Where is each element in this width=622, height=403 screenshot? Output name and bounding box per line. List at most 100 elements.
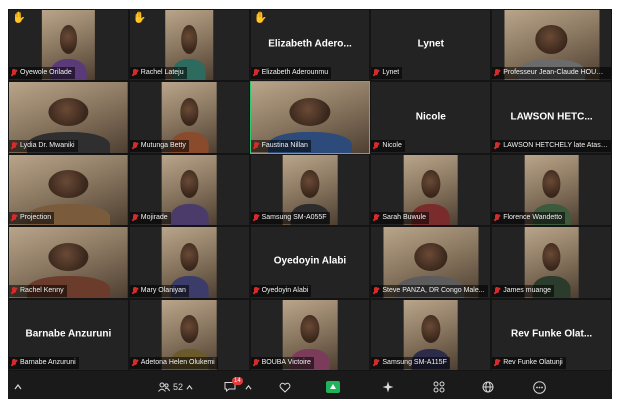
participant-head — [421, 315, 441, 344]
chat-unread-badge: 14 — [232, 377, 243, 385]
mic-muted-icon — [253, 286, 259, 295]
share-screen-button[interactable] — [326, 379, 340, 395]
participant-name-label: Elizabeth Aderounmu — [250, 67, 332, 80]
participant-name-label: Projection — [9, 212, 55, 225]
participant-head — [179, 170, 199, 199]
participant-name: LAWSON HETCHELY late Atasse — [503, 141, 608, 149]
participant-name-label: LAWSON HETCHELY late Atasse — [492, 139, 611, 152]
meeting-window: ✋ Oyewole Orilade ✋ Rachel Lateju Elizabeth … — [8, 9, 612, 399]
heart-icon — [279, 382, 291, 393]
participant-name: James muange — [503, 286, 552, 294]
participant-head — [414, 242, 447, 271]
participant-display-name: Barnabe Anzuruni — [25, 328, 112, 340]
participant-name-label: BOUBA Victoire — [250, 356, 314, 369]
participant-name: Lynet — [382, 69, 400, 77]
participant-tile[interactable]: Rachel Kenny — [8, 226, 129, 299]
participant-tile[interactable]: Rev Funke Olat... Rev Funke Olatunji — [491, 298, 612, 371]
screenshot-stage: ✋ Oyewole Orilade ✋ Rachel Lateju Elizabeth … — [0, 0, 622, 403]
participant-name: Rachel Lateju — [140, 69, 184, 77]
mic-muted-icon — [494, 69, 500, 77]
participant-tile[interactable]: Barnabe Anzuruni Barnabe Anzuruni — [8, 298, 129, 371]
chevron-up-icon — [14, 384, 22, 390]
participant-head — [421, 170, 441, 199]
toolbar-collapse-button[interactable] — [14, 379, 22, 395]
participant-tile[interactable]: Faustina Nillan — [249, 81, 371, 154]
mic-muted-icon — [132, 358, 138, 367]
participant-name: Samsung SM-A115F — [382, 358, 447, 366]
participant-head — [48, 97, 89, 127]
participant-tile[interactable]: Mutunga Betty — [128, 81, 250, 154]
participant-display-name: Rev Funke Olat... — [511, 328, 593, 340]
participant-tile[interactable]: Professeur Jean-Claude HOUNM... — [491, 9, 612, 82]
participant-name: Oyewole Orilade — [20, 69, 72, 77]
participant-name: Sarah Buwule — [382, 214, 426, 222]
participant-name: Samsung SM-A055F — [261, 214, 327, 222]
participant-name-label: Samsung SM-A115F — [371, 356, 450, 369]
participant-name: BOUBA Victoire — [261, 358, 311, 366]
participant-head — [48, 170, 89, 199]
mic-muted-icon — [132, 286, 138, 295]
participant-name-label: Florence Wandetto — [492, 212, 566, 225]
reactions-button[interactable] — [279, 379, 291, 395]
participant-name: Florence Wandetto — [503, 214, 563, 222]
mic-muted-icon — [253, 141, 259, 150]
participant-name-label: Rev Funke Olatunji — [492, 356, 566, 369]
gallery-grid: ✋ Oyewole Orilade ✋ Rachel Lateju Elizabeth … — [8, 9, 612, 371]
mic-muted-icon — [132, 69, 138, 77]
mic-muted-icon — [11, 141, 17, 150]
participant-head — [542, 170, 561, 199]
apps-button[interactable] — [433, 379, 445, 395]
participant-display-name: LAWSON HETC... — [510, 110, 593, 122]
more-button[interactable] — [533, 379, 546, 395]
participant-tile[interactable]: Elizabeth Adero... ✋ Elizabeth Aderounmu — [249, 9, 371, 82]
more-icon — [533, 380, 546, 394]
mic-muted-icon — [373, 69, 379, 77]
participant-name-label: Lydia Dr. Mwaniki — [9, 139, 78, 152]
participant-name-label: Mojirade — [129, 212, 171, 225]
participant-head — [535, 25, 568, 54]
mic-muted-icon — [253, 214, 259, 222]
participants-button[interactable]: 52 — [158, 379, 193, 395]
participant-tile[interactable]: Sarah Buwule — [370, 153, 492, 227]
participant-tile[interactable]: Samsung SM-A055F — [249, 153, 371, 227]
participant-tile[interactable]: Lydia Dr. Mwaniki — [8, 81, 129, 154]
participant-tile[interactable]: LAWSON HETC... LAWSON HETCHELY late Atass… — [491, 81, 612, 154]
participant-head — [59, 25, 78, 54]
mic-muted-icon — [373, 141, 379, 150]
participant-body — [170, 204, 209, 226]
raised-hand-icon: ✋ — [132, 12, 147, 24]
participant-tile[interactable]: Florence Wandetto — [491, 153, 612, 227]
participant-tile[interactable]: James muange — [491, 226, 612, 299]
participant-tile[interactable]: Mojirade — [128, 153, 250, 227]
translation-button[interactable] — [482, 379, 494, 395]
participant-name: Adetona Helen Olukemi — [140, 358, 215, 366]
participant-tile[interactable]: BOUBA Victoire — [249, 298, 371, 371]
participant-tile[interactable]: Nicole Nicole — [370, 81, 492, 154]
chat-button[interactable]: 14 — [224, 377, 252, 395]
participant-tile[interactable]: Oyedoyin Alabi Oyedoyin Alabi — [249, 226, 371, 299]
participant-tile[interactable]: Lynet Lynet — [370, 9, 492, 82]
participant-name-label: Mutunga Betty — [129, 139, 189, 152]
raised-hand-icon: ✋ — [253, 12, 268, 24]
participant-name-label: Professeur Jean-Claude HOUNM... — [492, 67, 611, 80]
participant-head — [179, 242, 199, 271]
participant-head — [179, 97, 199, 127]
participant-tile[interactable]: Steve PANZA, DR Congo Male... — [370, 226, 492, 299]
mic-muted-icon — [494, 141, 500, 150]
participant-tile[interactable]: ✋ Rachel Lateju — [128, 9, 250, 82]
participant-name-label: Nicole — [371, 139, 405, 152]
participant-tile[interactable]: Mary Olaniyan — [128, 226, 250, 299]
participant-tile[interactable]: Adetona Helen Olukemi — [128, 298, 250, 371]
mic-muted-icon — [494, 286, 500, 295]
ai-companion-button[interactable] — [382, 379, 394, 395]
mic-muted-icon — [494, 214, 500, 222]
participant-name-label: Adetona Helen Olukemi — [129, 356, 218, 369]
participant-tile[interactable]: ✋ Oyewole Orilade — [8, 9, 129, 82]
mic-muted-icon — [373, 286, 379, 295]
participant-tile[interactable]: Projection — [8, 153, 129, 227]
sparkle-icon — [382, 381, 394, 393]
participant-name-label: Faustina Nillan — [250, 139, 311, 152]
participant-name: Mojirade — [140, 214, 168, 222]
participant-tile[interactable]: Samsung SM-A115F — [370, 298, 492, 371]
apps-icon — [433, 381, 445, 393]
